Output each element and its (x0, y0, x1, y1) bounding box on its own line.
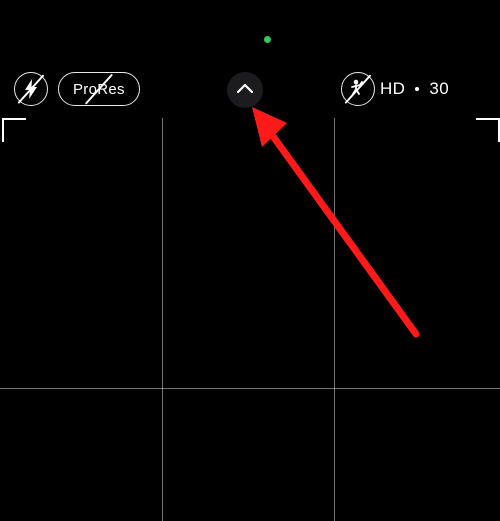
expand-controls-button[interactable] (227, 72, 263, 108)
viewfinder-gridline (162, 118, 163, 521)
fps-button[interactable]: 30 (429, 79, 449, 99)
viewfinder-gridline (334, 118, 335, 521)
resolution-button[interactable]: HD (380, 79, 405, 99)
viewfinder-gridline (0, 388, 500, 389)
viewfinder-bracket (476, 118, 500, 142)
camera-top-toolbar: ProRes HD 30 (0, 70, 500, 110)
action-mode-button[interactable] (341, 72, 375, 106)
flash-off-icon (23, 79, 39, 99)
action-mode-icon (348, 77, 368, 102)
flash-toggle-button[interactable] (14, 72, 48, 106)
prores-toggle-button[interactable]: ProRes (58, 72, 140, 106)
camera-screen: ProRes HD 30 (0, 0, 500, 521)
prores-label: ProRes (73, 81, 125, 98)
camera-privacy-dot (264, 36, 271, 43)
viewfinder-bracket (2, 118, 26, 142)
chevron-up-icon (236, 81, 254, 99)
separator-dot (415, 87, 419, 91)
video-format-controls: HD 30 (380, 70, 500, 108)
